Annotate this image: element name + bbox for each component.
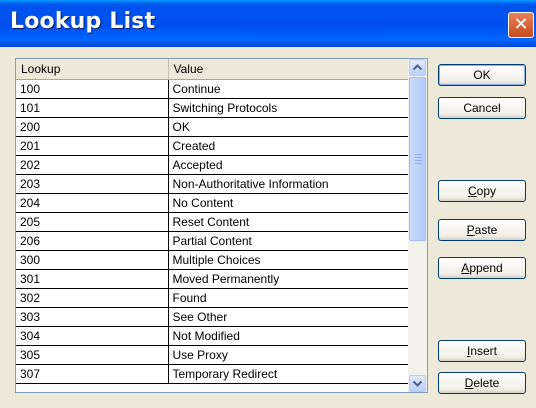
copy-label: opy [476,184,497,198]
scroll-down-button[interactable] [409,375,426,392]
table-row[interactable]: 204 No Content [16,193,410,213]
value-cell[interactable]: Found [168,288,410,308]
lookup-cell[interactable]: 301 [16,269,169,289]
table-row[interactable]: 304 Not Modified [16,326,410,346]
table-row[interactable]: 101 Switching Protocols [16,98,410,118]
table-row[interactable]: 301 Moved Permanently [16,269,410,289]
value-cell[interactable]: Partial Content [168,231,410,251]
append-label: ppend [469,261,503,275]
delete-label: elete [473,376,500,390]
value-cell[interactable]: No Content [168,193,410,213]
value-cell[interactable]: Temporary Redirect [168,364,410,384]
cancel-button[interactable]: Cancel [438,97,526,119]
value-cell[interactable]: OK [168,117,410,137]
value-cell[interactable]: Moved Permanently [168,269,410,289]
table-row[interactable]: 206 Partial Content [16,231,410,251]
paste-label: aste [474,223,498,237]
lookup-cell[interactable]: 305 [16,345,169,365]
table-row[interactable]: 300 Multiple Choices [16,250,410,270]
ok-button[interactable]: OK [438,64,526,86]
value-cell[interactable]: See Other [168,307,410,327]
header-row: Lookup Value [16,59,410,80]
lookup-cell[interactable]: 300 [16,250,169,270]
lookup-table: Lookup Value 100 Continue 101 Switching Pro… [16,59,410,384]
table-row[interactable]: 307 Temporary Redirect [16,364,410,384]
lookup-cell[interactable]: 200 [16,117,169,137]
scroll-up-button[interactable] [409,59,426,76]
lookup-cell[interactable]: 302 [16,288,169,308]
window-title: Lookup List [10,9,156,34]
lookup-cell[interactable]: 307 [16,364,169,384]
vertical-scrollbar[interactable] [408,59,427,392]
delete-mnemonic: D [464,376,474,390]
copy-button[interactable]: Copy [438,180,526,202]
table-row[interactable]: 205 Reset Content [16,212,410,232]
table-row[interactable]: 201 Created [16,136,410,156]
scroll-thumb[interactable] [409,77,426,241]
grip-line [415,154,422,155]
grip-line [415,157,422,158]
table-row[interactable]: 303 See Other [16,307,410,327]
value-cell[interactable]: Accepted [168,155,410,175]
lookup-grid[interactable]: Lookup Value 100 Continue 101 Switching Pro… [15,58,428,393]
lookup-cell[interactable]: 202 [16,155,169,175]
value-cell[interactable]: Created [168,136,410,156]
table-row[interactable]: 202 Accepted [16,155,410,175]
grip-line [415,163,422,164]
table-row[interactable]: 200 OK [16,117,410,137]
delete-button[interactable]: Delete [438,372,526,394]
chevron-down-icon [412,380,423,387]
value-cell[interactable]: Switching Protocols [168,98,410,118]
lookup-cell[interactable]: 203 [16,174,169,194]
close-icon[interactable]: ✕ [508,12,534,38]
title-bar: Lookup List ✕ [0,0,536,47]
chevron-up-icon [412,64,423,71]
lookup-cell[interactable]: 101 [16,98,169,118]
lookup-list-dialog: Lookup List ✕ Lookup Value 100 Continue 10… [0,0,536,408]
paste-button[interactable]: Paste [438,219,526,241]
lookup-cell[interactable]: 206 [16,231,169,251]
lookup-cell[interactable]: 304 [16,326,169,346]
lookup-cell[interactable]: 201 [16,136,169,156]
lookup-cell[interactable]: 100 [16,79,169,99]
lookup-cell[interactable]: 303 [16,307,169,327]
insert-button[interactable]: Insert [438,340,526,362]
lookup-cell[interactable]: 204 [16,193,169,213]
table-row[interactable]: 305 Use Proxy [16,345,410,365]
table-row[interactable]: 100 Continue [16,79,410,99]
table-row[interactable]: 302 Found [16,288,410,308]
value-cell[interactable]: Non-Authoritative Information [168,174,410,194]
value-cell[interactable]: Not Modified [168,326,410,346]
column-header-value[interactable]: Value [168,59,410,80]
table-row[interactable]: 203 Non-Authoritative Information [16,174,410,194]
append-button[interactable]: Append [438,257,526,279]
paste-mnemonic: P [466,223,475,237]
column-header-lookup[interactable]: Lookup [16,59,169,80]
insert-label: nsert [470,344,498,358]
value-cell[interactable]: Reset Content [168,212,410,232]
grip-line [415,160,422,161]
value-cell[interactable]: Use Proxy [168,345,410,365]
value-cell[interactable]: Multiple Choices [168,250,410,270]
value-cell[interactable]: Continue [168,79,410,99]
copy-mnemonic: C [467,184,477,198]
lookup-cell[interactable]: 205 [16,212,169,232]
